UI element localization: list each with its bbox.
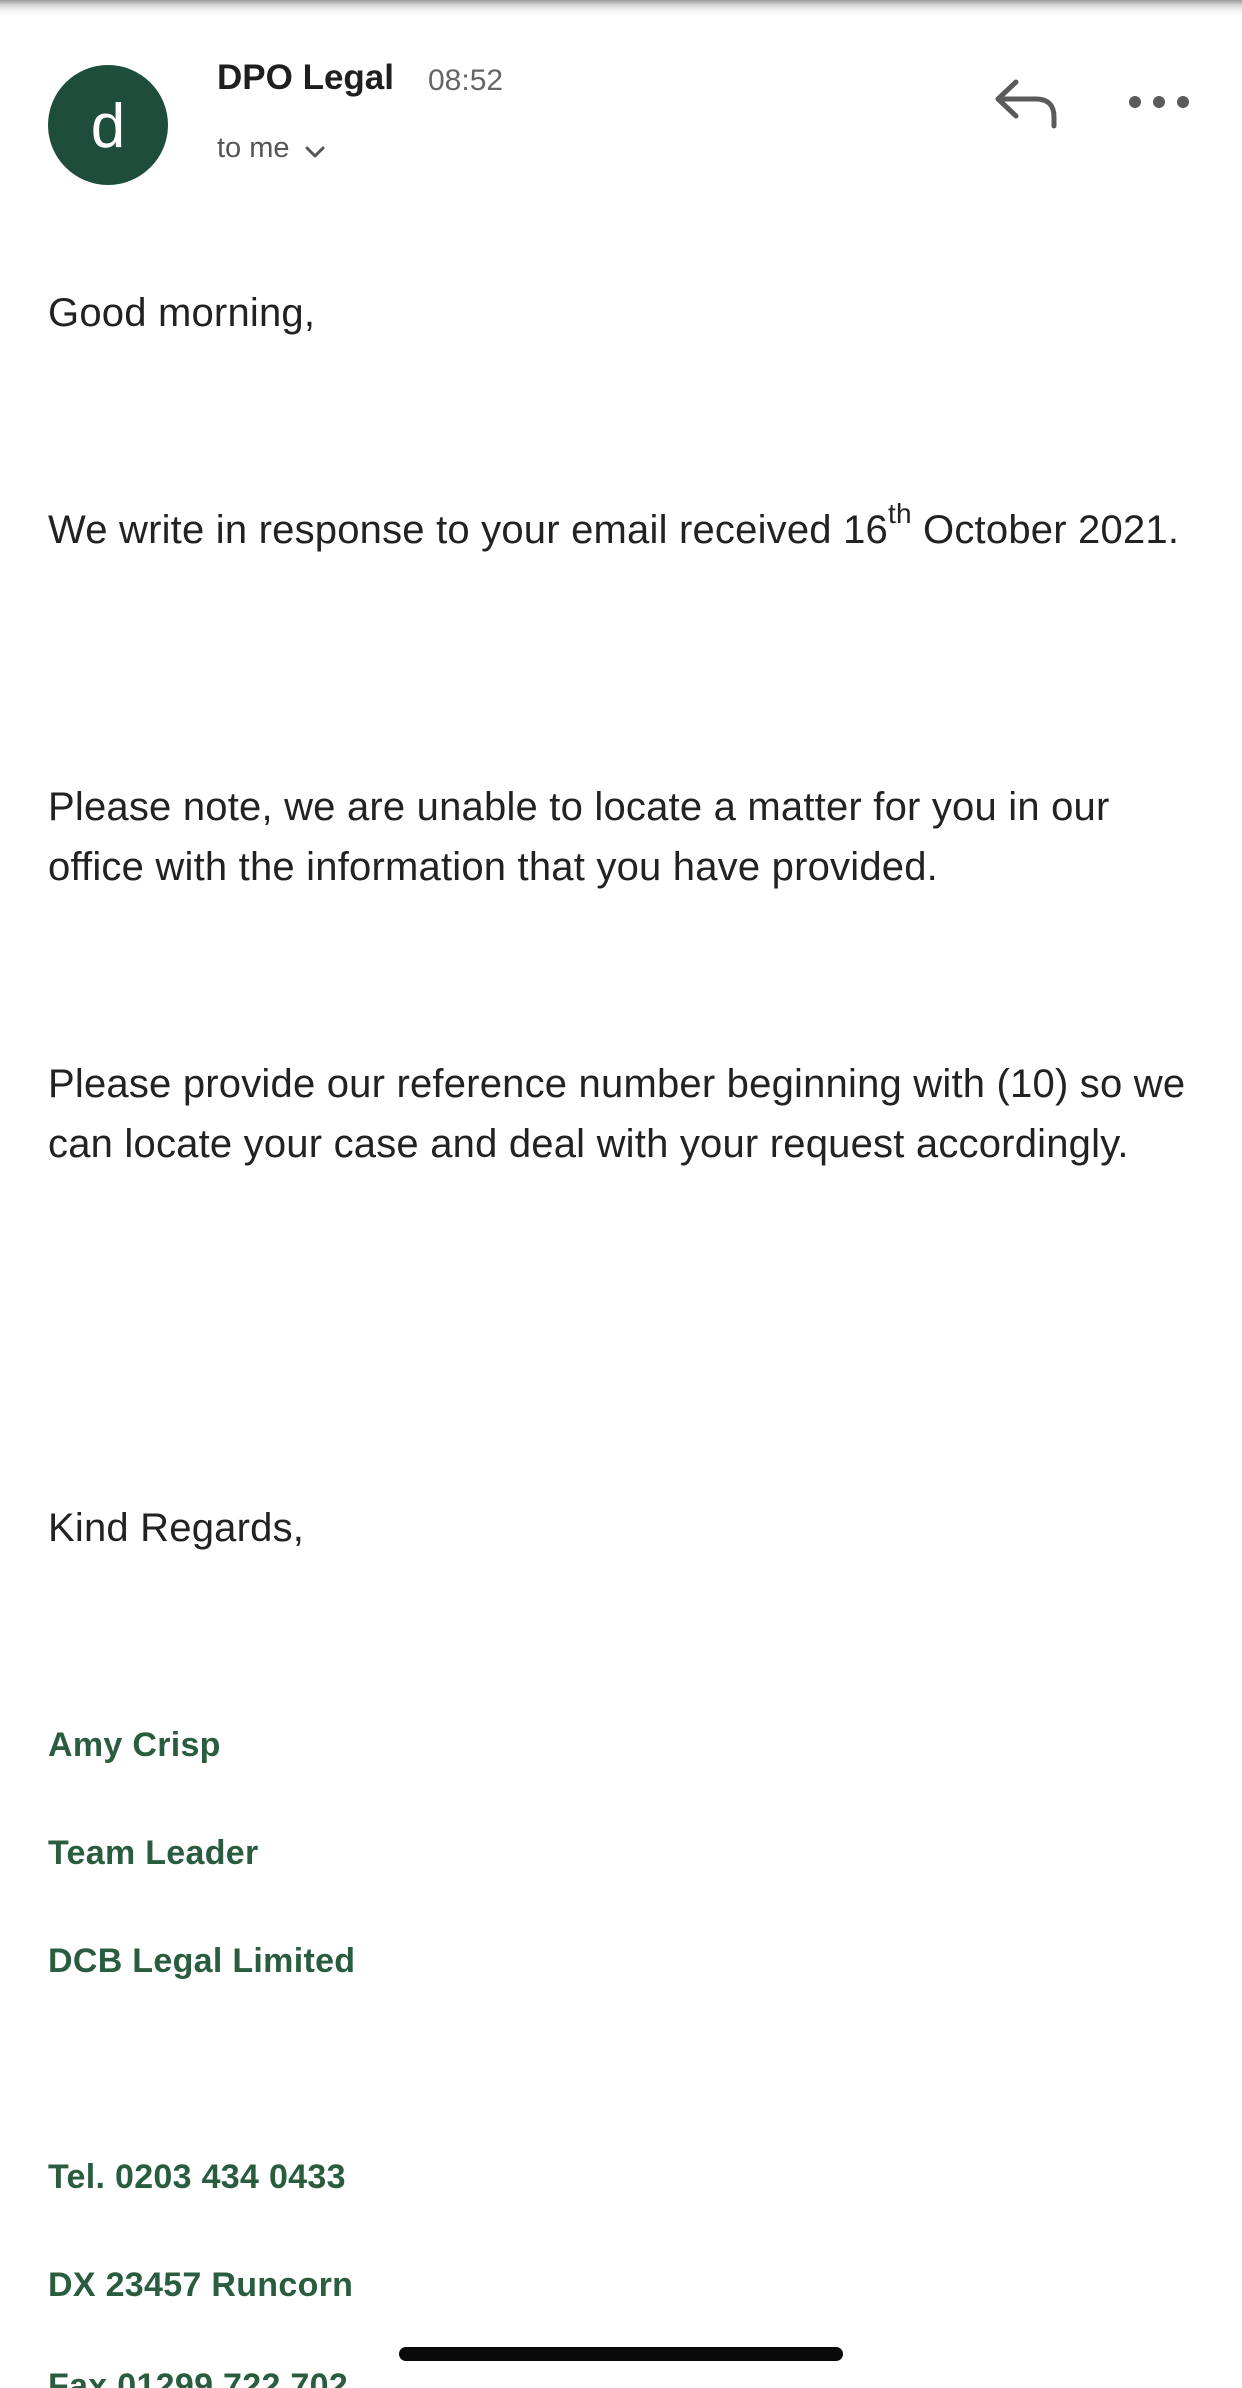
paragraph-response: We write in response to your email recei… (48, 500, 1198, 560)
email-view: d DPO Legal 08:52 to me Good morning, We… (0, 0, 1242, 2388)
paragraph-unable-to-locate: Please note, we are unable to locate a m… (48, 785, 1110, 889)
signature-company: DCB Legal Limited (48, 1942, 356, 1980)
signature-fax: Fax 01299 722 702 (48, 2367, 349, 2388)
sent-time: 08:52 (428, 64, 504, 97)
avatar[interactable]: d (48, 65, 168, 185)
signature-name: Amy Crisp (48, 1726, 221, 1764)
reply-icon[interactable] (992, 72, 1062, 132)
signature-dx: DX 23457 Runcorn (48, 2266, 354, 2304)
closing: Kind Regards, (48, 1506, 305, 1550)
paragraph-response-end: October 2021. (911, 508, 1180, 552)
paragraph-response-start: We write in response to your email recei… (48, 508, 888, 552)
greeting: Good morning, (48, 291, 316, 335)
recipient-details-toggle[interactable]: to me (217, 132, 328, 165)
ordinal-suffix: th (887, 498, 912, 529)
avatar-letter: d (90, 92, 126, 161)
more-horizontal-icon[interactable] (1126, 84, 1192, 120)
top-edge-shadow (0, 0, 1242, 16)
chevron-down-icon (305, 146, 325, 157)
sender-name[interactable]: DPO Legal (217, 58, 394, 98)
signature-title: Team Leader (48, 1834, 259, 1872)
recipient-label: to me (217, 132, 290, 164)
home-indicator[interactable] (399, 2347, 843, 2361)
signature-telephone[interactable]: Tel. 0203 434 0433 (48, 2158, 346, 2197)
paragraph-reference-request: Please provide our reference number begi… (48, 1062, 1186, 1166)
